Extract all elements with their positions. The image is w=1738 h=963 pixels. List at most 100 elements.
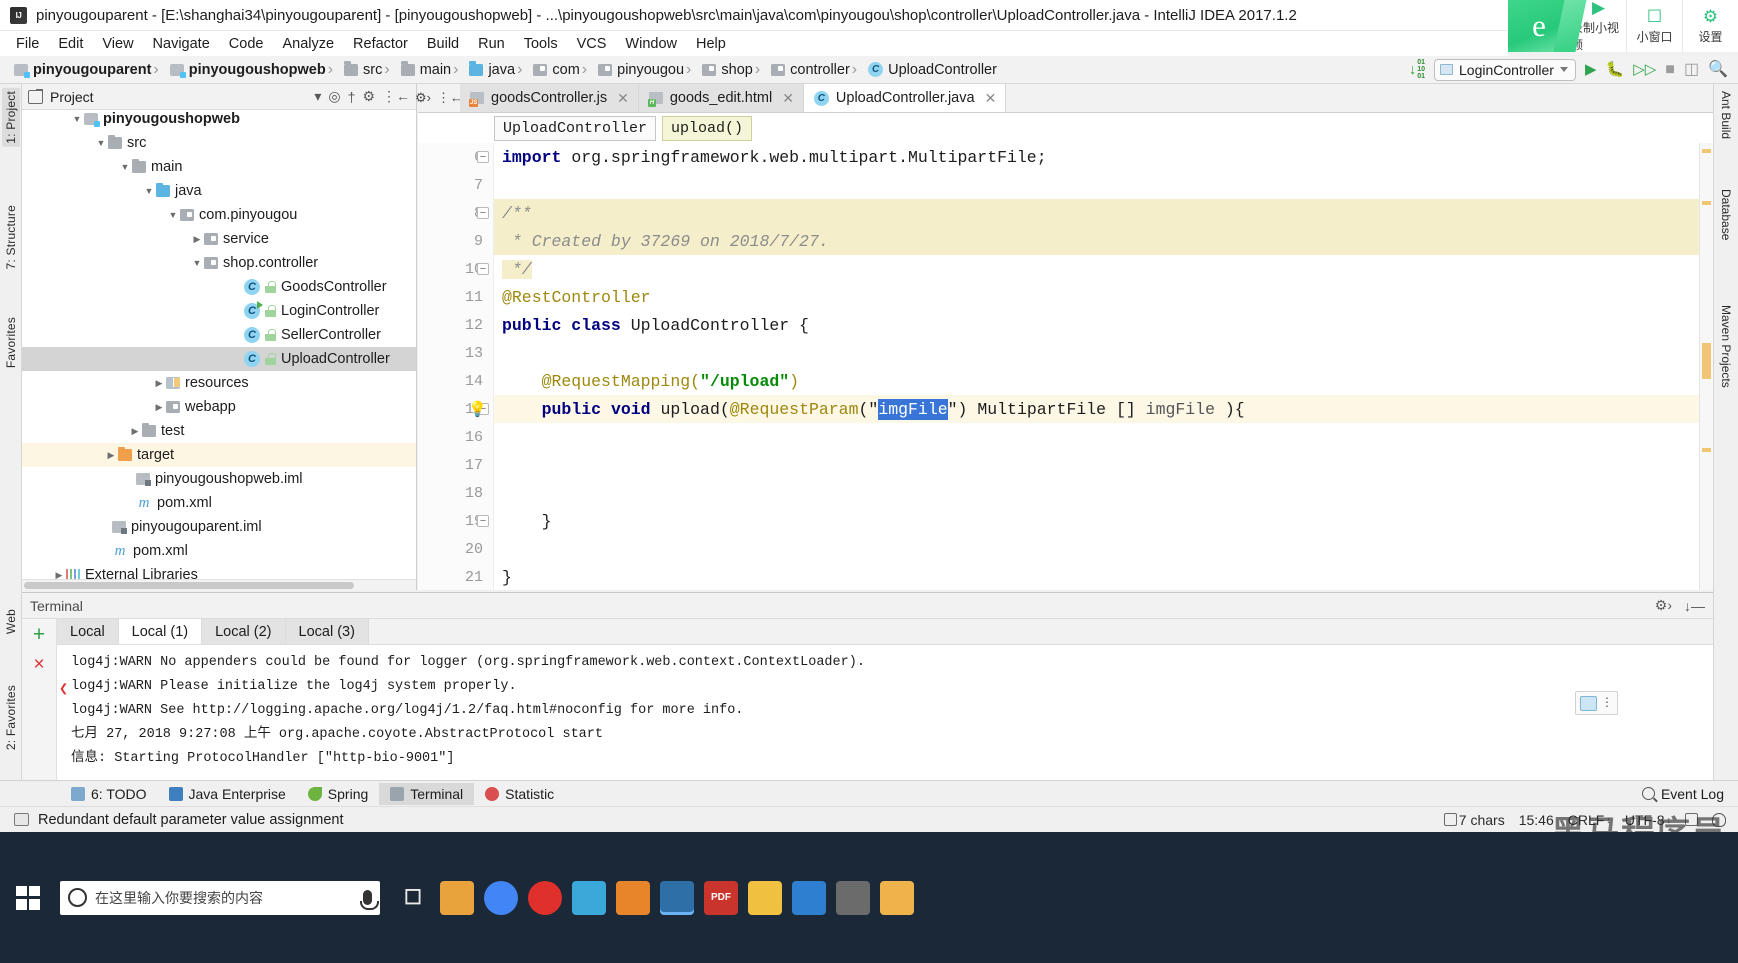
coverage-icon[interactable]: ▷▷: [1633, 62, 1656, 77]
status-caret-position[interactable]: 15:46: [1519, 812, 1554, 828]
tree-item-pinyougouparent-iml[interactable]: ▶ pinyougouparent.iml: [22, 515, 416, 539]
tree-item-goodscontroller[interactable]: ▶ C GoodsController: [22, 275, 416, 299]
breadcrumb-pinyougou[interactable]: pinyougou: [580, 61, 684, 79]
menu-code[interactable]: Code: [229, 36, 264, 52]
taskbar-app-editor[interactable]: [792, 880, 826, 915]
person-icon[interactable]: [1712, 812, 1726, 827]
layout-icon[interactable]: ◫: [1684, 61, 1699, 78]
debug-icon[interactable]: 🐛: [1606, 62, 1625, 77]
editor-gutter[interactable]: 6 7 8 9 10 11 12 13 14 15 16 17 18 19 20…: [418, 143, 494, 590]
hide-icon[interactable]: ↓—: [1684, 598, 1705, 614]
fold-marker-line8[interactable]: −: [477, 207, 489, 219]
tree-item-resources[interactable]: ▶ resources: [22, 371, 416, 395]
chevron-down-icon[interactable]: ▼: [166, 210, 180, 220]
breadcrumb-pinyougouparent[interactable]: pinyougouparent: [14, 62, 151, 78]
start-button[interactable]: [0, 832, 56, 963]
chevron-down-icon[interactable]: ⋮: [1601, 691, 1613, 715]
chevron-right-icon[interactable]: ▶: [104, 450, 118, 461]
chevron-right-icon[interactable]: ▶: [128, 426, 142, 437]
tree-item-uploadcontroller[interactable]: ▶ C UploadController: [22, 347, 416, 371]
breadcrumb-controller[interactable]: controller: [753, 61, 850, 79]
tree-item-main[interactable]: ▼ main: [22, 155, 416, 179]
taskbar-app-notepad[interactable]: [748, 880, 782, 915]
chevron-down-icon[interactable]: ▼: [142, 186, 156, 196]
tree-item-pom-xml-parent[interactable]: ▶ m pom.xml: [22, 539, 416, 563]
breadcrumb-main[interactable]: main: [382, 61, 451, 79]
breadcrumb-chip-method[interactable]: upload(): [662, 115, 753, 141]
gear-icon[interactable]: ⚙›: [1655, 597, 1672, 614]
taskbar-app-pdf[interactable]: PDF: [704, 880, 738, 915]
menu-refactor[interactable]: Refactor: [353, 36, 408, 52]
collapse-all-icon[interactable]: †: [348, 89, 356, 105]
recorder-settings-button[interactable]: ⚙ 设置: [1682, 0, 1738, 52]
status-line-separator[interactable]: CRLF ↕: [1568, 812, 1611, 828]
menu-view[interactable]: View: [102, 36, 133, 52]
microphone-icon[interactable]: [360, 890, 379, 910]
breadcrumb-uploadcontroller[interactable]: C UploadController: [850, 61, 997, 79]
taskbar-search-box[interactable]: 在这里输入你要搜索的内容: [60, 880, 380, 915]
chevron-down-icon[interactable]: ▼: [118, 162, 132, 172]
tool-window-project[interactable]: 1: Project: [2, 88, 20, 147]
breadcrumb-java[interactable]: java: [451, 61, 515, 79]
hide-icon[interactable]: ⋮←: [382, 88, 410, 105]
close-icon[interactable]: ✕: [782, 90, 794, 107]
status-encoding[interactable]: UTF-8 ↕: [1625, 812, 1671, 828]
tool-window-maven-projects[interactable]: Maven Projects: [1717, 302, 1735, 391]
taskbar-app-intellij[interactable]: [660, 880, 694, 915]
chevron-down-icon[interactable]: ▼: [190, 258, 204, 268]
bottom-tab-terminal[interactable]: Terminal: [379, 782, 475, 805]
tree-item-webapp[interactable]: ▶ webapp: [22, 395, 416, 419]
bottom-tab-spring[interactable]: Spring: [297, 783, 379, 805]
editor-tab-goods-edit-html[interactable]: goods_edit.html ✕: [638, 84, 804, 112]
tree-item-service[interactable]: ▶ service: [22, 227, 416, 251]
tree-item-src[interactable]: ▼ src: [22, 131, 416, 155]
chevron-down-icon[interactable]: ▼: [70, 114, 84, 124]
editor-tab-goodscontroller-js[interactable]: goodsController.js ✕: [460, 84, 639, 112]
lock-icon[interactable]: [1685, 813, 1698, 826]
collapse-left-icon[interactable]: ❮: [59, 679, 68, 698]
tool-window-ant-build[interactable]: Ant Build: [1717, 88, 1735, 142]
terminal-floating-toolbar[interactable]: ⋮: [1575, 691, 1618, 715]
intention-bulb-icon[interactable]: 💡: [468, 400, 487, 419]
fold-marker-line19[interactable]: −: [477, 515, 489, 527]
code-content[interactable]: import org.springframework.web.multipart…: [468, 143, 1713, 590]
fold-marker-line10[interactable]: −: [477, 263, 489, 275]
search-icon[interactable]: 🔍: [1708, 61, 1728, 78]
chevron-right-icon[interactable]: ▶: [152, 378, 166, 389]
code-editor[interactable]: 6 7 8 9 10 11 12 13 14 15 16 17 18 19 20…: [418, 143, 1713, 590]
stop-icon[interactable]: ■: [1665, 61, 1675, 78]
menu-run[interactable]: Run: [478, 36, 505, 52]
tree-item-external-libraries[interactable]: ▶ External Libraries: [22, 563, 416, 579]
target-icon[interactable]: ◎: [328, 88, 340, 105]
chevron-down-icon[interactable]: ▾: [314, 88, 321, 105]
sort-icon[interactable]: ↓ 01 10 01: [1409, 59, 1425, 80]
terminal-tab-local-2[interactable]: Local (2): [202, 619, 286, 644]
breadcrumb-com[interactable]: com: [515, 61, 580, 79]
tree-item-target[interactable]: ▶ target: [22, 443, 416, 467]
event-log-button[interactable]: Event Log: [1661, 786, 1724, 802]
tool-window-favorites-top[interactable]: Favorites: [2, 314, 20, 371]
settings-icon[interactable]: ⚙›: [415, 90, 431, 106]
menu-edit[interactable]: Edit: [58, 36, 83, 52]
project-tree[interactable]: ▼ pinyougoushopweb ▼ src ▼ main ▼ java ▼: [22, 110, 416, 579]
close-terminal-tab-button[interactable]: ×: [33, 655, 44, 674]
add-terminal-tab-button[interactable]: +: [33, 624, 45, 645]
taskbar-app-chrome[interactable]: [484, 880, 518, 915]
bottom-tab-java-enterprise[interactable]: Java Enterprise: [158, 783, 297, 805]
menu-file[interactable]: File: [16, 36, 39, 52]
menu-build[interactable]: Build: [427, 36, 459, 52]
chevron-down-icon[interactable]: ▼: [94, 138, 108, 148]
tree-item-com-pinyougou[interactable]: ▼ com.pinyougou: [22, 203, 416, 227]
menu-analyze[interactable]: Analyze: [282, 36, 334, 52]
chevron-right-icon[interactable]: ▶: [190, 234, 204, 245]
menu-window[interactable]: Window: [625, 36, 677, 52]
tree-item-pinyougoushopweb-iml[interactable]: ▶ pinyougoushopweb.iml: [22, 467, 416, 491]
terminal-window-icon[interactable]: [1580, 695, 1597, 711]
taskbar-app-explorer[interactable]: [880, 880, 914, 915]
tool-window-database[interactable]: Database: [1717, 186, 1735, 243]
tree-item-pinyougoushopweb[interactable]: ▼ pinyougoushopweb: [22, 110, 416, 131]
terminal-tab-local[interactable]: Local: [57, 619, 119, 644]
tool-window-favorites[interactable]: 2: Favorites: [2, 682, 20, 753]
tree-item-test[interactable]: ▶ test: [22, 419, 416, 443]
terminal-tab-local-1[interactable]: Local (1): [118, 619, 203, 644]
